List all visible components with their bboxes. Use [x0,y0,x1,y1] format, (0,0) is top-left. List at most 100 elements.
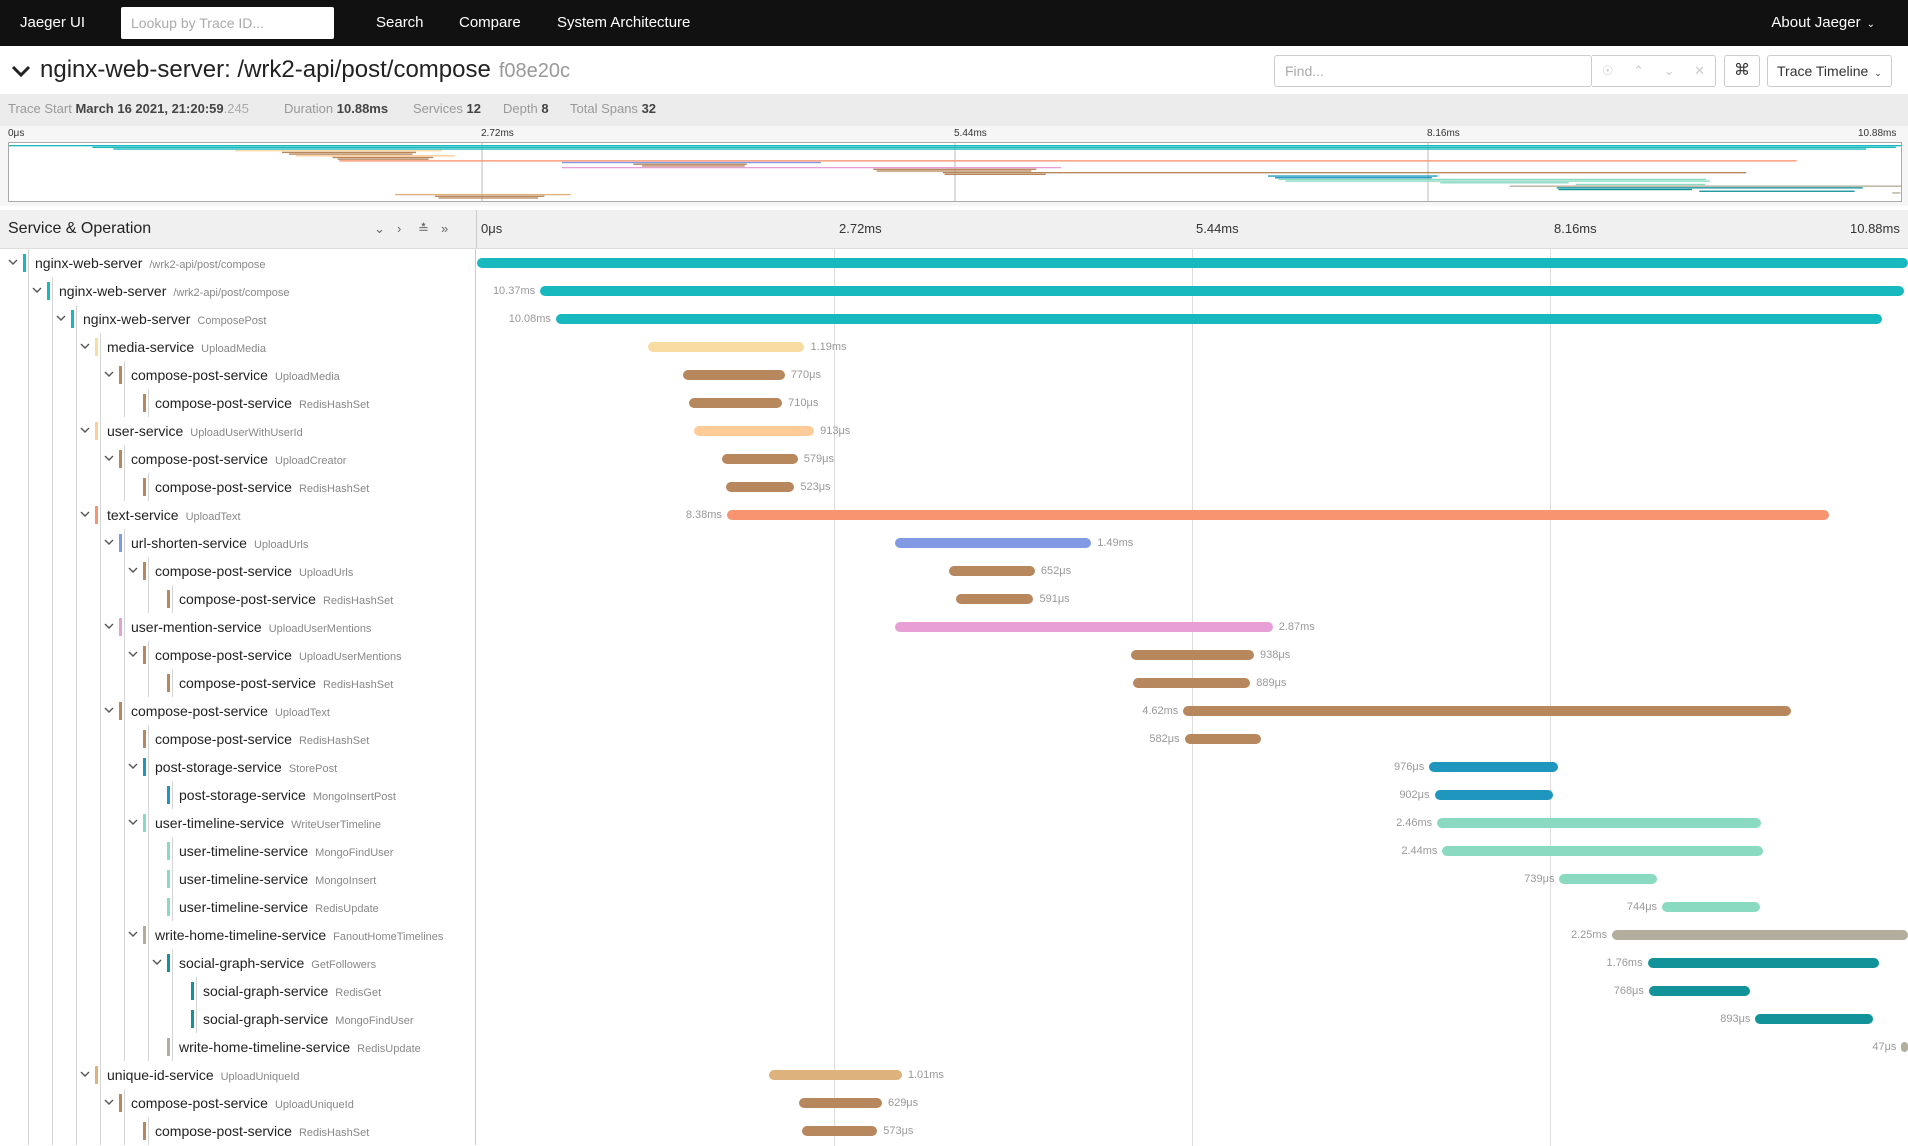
span-bar[interactable] [683,370,785,380]
brand-logo[interactable]: Jaeger UI [20,14,85,31]
span-row[interactable]: write-home-timeline-service RedisUpdate 47… [0,1033,1908,1061]
span-bar[interactable] [1648,986,1750,996]
span-service-name[interactable]: compose-post-service RedisHashSet [179,675,393,691]
trace-minimap[interactable]: 0μs 2.72ms 5.44ms 8.16ms 10.88ms [0,126,1908,206]
span-row[interactable]: compose-post-service UploadUrls 652μs [0,557,1908,585]
span-row[interactable]: social-graph-service MongoFindUser 893μs [0,1005,1908,1033]
span-service-name[interactable]: compose-post-service UploadUrls [155,563,353,579]
span-row[interactable]: user-mention-service UploadUserMentions 2.… [0,613,1908,641]
span-row[interactable]: compose-post-service RedisHashSet 889μs [0,669,1908,697]
span-row[interactable]: compose-post-service UploadUniqueId 629μs [0,1089,1908,1117]
span-bar[interactable] [768,1070,902,1080]
span-row[interactable]: compose-post-service UploadUserMentions 93… [0,641,1908,669]
span-row[interactable]: media-service UploadMedia 1.19ms [0,333,1908,361]
span-bar[interactable] [1662,902,1760,912]
span-bar[interactable] [540,286,1905,296]
span-bar[interactable] [688,398,783,408]
span-bar[interactable] [1429,762,1558,772]
span-row[interactable]: compose-post-service RedisHashSet 523μs [0,473,1908,501]
nav-compare-link[interactable]: Compare [459,14,521,31]
span-service-name[interactable]: nginx-web-server ComposePost [83,311,266,327]
span-row[interactable]: user-timeline-service RedisUpdate 744μs [0,893,1908,921]
chevron-up-icon[interactable]: ⌃ [1633,63,1644,79]
span-row[interactable]: unique-id-service UploadUniqueId 1.01ms [0,1061,1908,1089]
chevron-down-icon[interactable] [104,1097,114,1107]
span-row[interactable]: user-service UploadUserWithUserId 913μs [0,417,1908,445]
minimap-canvas[interactable] [8,142,1902,202]
span-bar[interactable] [1612,930,1908,940]
expand-all-icon[interactable]: » [441,221,448,236]
span-bar[interactable] [1184,734,1262,744]
span-row[interactable]: compose-post-service RedisHashSet 582μs [0,725,1908,753]
span-bar[interactable] [1559,874,1657,884]
span-bar[interactable] [725,482,795,492]
span-service-name[interactable]: url-shorten-service UploadUrls [131,535,308,551]
span-row[interactable]: social-graph-service GetFollowers 1.76ms [0,949,1908,977]
span-row[interactable]: compose-post-service RedisHashSet 710μs [0,389,1908,417]
span-service-name[interactable]: user-mention-service UploadUserMentions [131,619,371,635]
span-service-name[interactable]: write-home-timeline-service FanoutHomeTim… [155,927,443,943]
span-service-name[interactable]: write-home-timeline-service RedisUpdate [179,1039,421,1055]
chevron-down-icon[interactable] [104,453,114,463]
span-service-name[interactable]: compose-post-service UploadUserMentions [155,647,402,663]
span-service-name[interactable]: compose-post-service UploadText [131,703,330,719]
span-row[interactable]: post-storage-service StorePost 976μs [0,753,1908,781]
span-bar[interactable] [949,566,1035,576]
span-service-name[interactable]: social-graph-service MongoFindUser [203,1011,414,1027]
span-service-name[interactable]: compose-post-service RedisHashSet [179,591,393,607]
nav-search-link[interactable]: Search [376,14,424,31]
span-service-name[interactable]: social-graph-service GetFollowers [179,955,376,971]
span-service-name[interactable]: compose-post-service RedisHashSet [155,479,369,495]
span-row[interactable]: nginx-web-server/wrk2-api/post/compose 10… [0,277,1908,305]
trace-id-lookup-input[interactable] [121,7,334,39]
chevron-down-icon[interactable] [8,257,18,267]
chevron-down-icon[interactable] [128,649,138,659]
chevron-down-icon[interactable] [104,369,114,379]
span-service-name[interactable]: user-timeline-service MongoInsert [179,871,376,887]
chevron-down-icon[interactable] [104,537,114,547]
view-type-select[interactable]: Trace Timeline ⌄ [1767,55,1892,87]
span-bar[interactable] [647,342,805,352]
span-service-name[interactable]: nginx-web-server/wrk2-api/post/compose [59,283,290,299]
span-service-name[interactable]: compose-post-service RedisHashSet [155,1123,369,1139]
collapse-one-icon[interactable]: ⌄ [374,221,385,237]
chevron-down-icon[interactable] [104,705,114,715]
span-bar[interactable] [1183,706,1791,716]
chevron-down-icon[interactable] [80,1069,90,1079]
span-service-name[interactable]: user-service UploadUserWithUserId [107,423,303,439]
span-bar[interactable] [477,258,1908,268]
span-bar[interactable] [895,622,1273,632]
span-service-name[interactable]: nginx-web-server/wrk2-api/post/compose [35,255,266,271]
span-bar[interactable] [1755,1014,1873,1024]
span-bar[interactable] [694,426,815,436]
chevron-down-icon[interactable] [80,341,90,351]
span-bar[interactable] [801,1126,878,1136]
find-input[interactable] [1274,55,1592,87]
chevron-down-icon[interactable] [80,425,90,435]
chevron-down-icon[interactable] [104,621,114,631]
span-row[interactable]: text-service UploadText 8.38ms [0,501,1908,529]
span-bar[interactable] [1901,1042,1908,1052]
nav-system-architecture-link[interactable]: System Architecture [557,14,690,31]
locate-icon[interactable]: ☉ [1602,63,1614,79]
span-service-name[interactable]: post-storage-service StorePost [155,759,337,775]
span-bar[interactable] [721,454,798,464]
span-row[interactable]: user-timeline-service MongoInsert 739μs [0,865,1908,893]
collapse-trace-chevron-icon[interactable] [10,60,32,82]
chevron-down-icon[interactable] [128,565,138,575]
span-row[interactable]: compose-post-service RedisHashSet 573μs [0,1117,1908,1145]
column-divider[interactable] [476,210,477,248]
expand-one-icon[interactable]: › [397,221,401,236]
span-bar[interactable] [1434,790,1554,800]
chevron-down-icon[interactable]: ⌄ [1664,63,1675,79]
close-icon[interactable]: ✕ [1694,63,1705,79]
chevron-down-icon[interactable] [152,957,162,967]
chevron-down-icon[interactable] [32,285,42,295]
span-service-name[interactable]: media-service UploadMedia [107,339,266,355]
span-service-name[interactable]: user-timeline-service MongoFindUser [179,843,393,859]
keyboard-shortcuts-icon[interactable]: ⌘ [1724,55,1760,87]
chevron-down-icon[interactable] [128,761,138,771]
span-bar[interactable] [799,1098,882,1108]
span-service-name[interactable]: unique-id-service UploadUniqueId [107,1067,300,1083]
span-bar[interactable] [726,510,1830,520]
